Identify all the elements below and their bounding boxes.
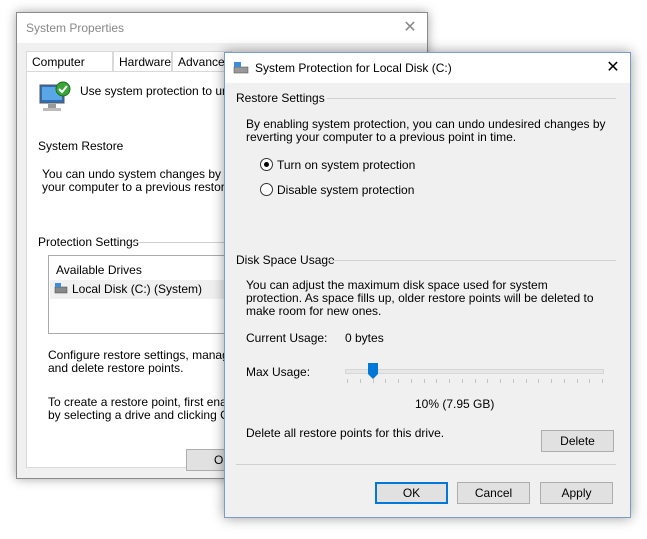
- disk-space-description: You can adjust the maximum disk space us…: [246, 278, 594, 318]
- delete-button[interactable]: Delete: [541, 430, 614, 452]
- disk-space-divider: [327, 260, 616, 261]
- max-usage-slider[interactable]: [345, 361, 604, 387]
- drives-list[interactable]: Available Drives Local Disk (C:) (System…: [48, 255, 250, 334]
- tab-advanced[interactable]: Advanced: [172, 51, 232, 71]
- create-text-line2: by selecting a drive and clicking Confi: [48, 408, 249, 422]
- current-usage-label: Current Usage:: [246, 331, 328, 345]
- radio-disable[interactable]: Disable system protection: [260, 182, 480, 198]
- radio-turn-on-indicator[interactable]: [260, 158, 273, 171]
- drive-row-c[interactable]: Local Disk (C:) (System): [50, 280, 248, 299]
- system-restore-heading: System Restore: [38, 139, 124, 153]
- radio-selected-dot: [264, 162, 269, 167]
- tab-hardware[interactable]: Hardware: [113, 51, 172, 71]
- restore-settings-heading: Restore Settings: [236, 91, 325, 105]
- dialog-close-icon[interactable]: ✕: [602, 57, 624, 79]
- slider-thumb[interactable]: [368, 363, 378, 379]
- system-restore-text-line2: your computer to a previous restore poi: [42, 180, 251, 194]
- cancel-button[interactable]: Cancel: [457, 482, 530, 504]
- dialog-titlebar[interactable]: System Protection for Local Disk (C:) ✕: [225, 53, 630, 83]
- radio-disable-label: Disable system protection: [277, 183, 415, 197]
- system-properties-titlebar[interactable]: System Properties ✕: [17, 13, 427, 43]
- restore-settings-divider: [327, 98, 616, 99]
- intro-text: Use system protection to undo: [80, 84, 243, 98]
- drive-label: Local Disk (C:) (System): [72, 282, 203, 296]
- drives-list-header: Available Drives: [56, 263, 142, 277]
- max-usage-value: 10% (7.95 GB): [415, 397, 495, 411]
- slider-ticks: [347, 379, 603, 383]
- current-usage-value: 0 bytes: [345, 331, 384, 345]
- apply-button[interactable]: Apply: [540, 482, 613, 504]
- radio-disable-indicator[interactable]: [260, 183, 273, 196]
- radio-turn-on-label: Turn on system protection: [277, 158, 416, 172]
- configure-text-line2: and delete restore points.: [48, 361, 184, 375]
- tab-strip: Computer Name Hardware Advanced: [26, 51, 232, 89]
- create-text-line1: To create a restore point, first enable: [48, 395, 243, 409]
- protection-settings-heading: Protection Settings: [38, 235, 139, 249]
- system-restore-text-line1: You can undo system changes by reve: [42, 167, 248, 181]
- restore-settings-description: By enabling system protection, you can u…: [246, 117, 606, 144]
- system-properties-title: System Properties: [26, 21, 125, 35]
- system-properties-close-icon[interactable]: ✕: [399, 17, 421, 39]
- slider-track: [345, 369, 604, 374]
- protection-settings-divider: [132, 242, 227, 243]
- radio-turn-on[interactable]: Turn on system protection: [260, 157, 480, 173]
- drive-icon: [54, 283, 68, 294]
- dialog-title: System Protection for Local Disk (C:): [255, 61, 452, 75]
- dialog-drive-icon: [233, 62, 249, 74]
- disk-space-heading: Disk Space Usage: [236, 253, 335, 267]
- ok-button[interactable]: OK: [375, 482, 448, 504]
- max-usage-label: Max Usage:: [246, 365, 311, 379]
- delete-description: Delete all restore points for this drive…: [246, 426, 445, 440]
- system-protection-icon: [39, 81, 71, 111]
- footer-divider: [236, 464, 616, 465]
- system-protection-dialog: System Protection for Local Disk (C:) ✕ …: [224, 52, 631, 518]
- tab-computer-name[interactable]: Computer Name: [26, 51, 113, 89]
